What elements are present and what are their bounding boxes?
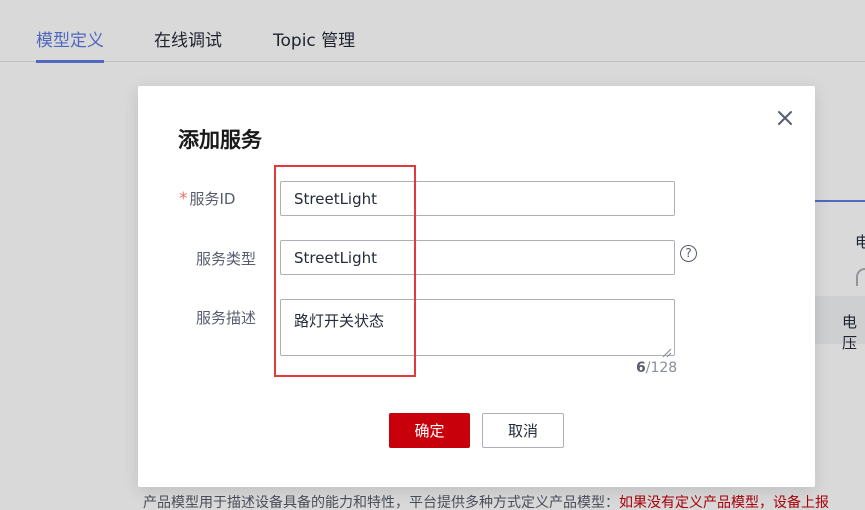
- service-id-label: * 服务ID: [179, 188, 235, 209]
- service-id-input[interactable]: [280, 181, 675, 216]
- resize-handle-icon[interactable]: [661, 343, 672, 358]
- required-mark: *: [179, 189, 188, 209]
- character-counter: 6/128: [636, 360, 677, 376]
- add-service-dialog: 添加服务 *服务ID 服务类型 ? 服务描述 路灯开关状态 6/128 确定 取…: [138, 86, 815, 487]
- service-type-label: 服务类型: [196, 250, 257, 268]
- service-description-textarea[interactable]: 路灯开关状态: [280, 299, 675, 356]
- service-id-label-text: 服务ID: [189, 190, 236, 208]
- help-icon[interactable]: ?: [680, 245, 697, 262]
- character-max: /128: [645, 360, 678, 376]
- cancel-button[interactable]: 取消: [482, 413, 564, 448]
- close-icon[interactable]: [774, 107, 796, 129]
- service-description-label: 服务描述: [196, 309, 257, 327]
- service-type-input[interactable]: [280, 240, 675, 275]
- character-count: 6: [636, 360, 646, 376]
- dialog-title: 添加服务: [178, 128, 262, 152]
- confirm-button[interactable]: 确定: [389, 413, 470, 448]
